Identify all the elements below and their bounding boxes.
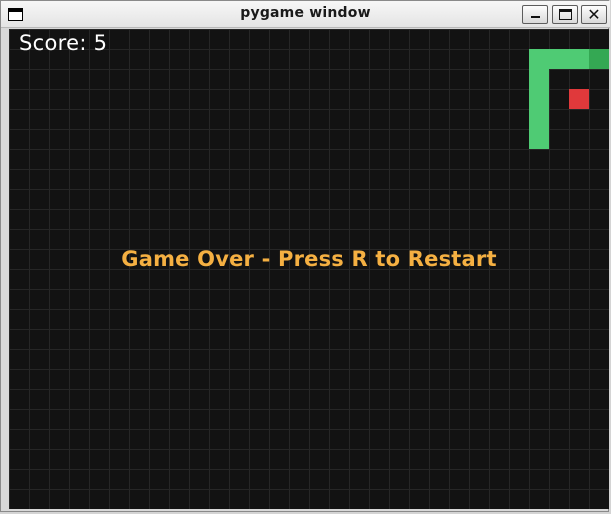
window-title: pygame window <box>240 5 371 21</box>
snake-segment <box>549 49 569 69</box>
title-bar[interactable]: pygame window ✕ <box>1 1 610 28</box>
close-icon: ✕ <box>587 5 601 24</box>
game-window: pygame window ✕ Score: 5 Game Over - Pre… <box>0 0 610 512</box>
snake-segment <box>529 129 549 149</box>
game-canvas[interactable]: Score: 5 Game Over - Press R to Restart <box>9 29 609 509</box>
game-over-message: Game Over - Press R to Restart <box>121 247 497 271</box>
snake-segment <box>529 69 549 89</box>
score-display: Score: 5 <box>19 31 108 55</box>
snake-head <box>589 49 609 69</box>
snake-segment <box>529 49 549 69</box>
snake-segment <box>569 49 589 69</box>
food-pellet <box>569 89 589 109</box>
minimize-icon <box>531 16 540 18</box>
snake-segment <box>529 109 549 129</box>
maximize-icon <box>559 9 572 20</box>
snake-segment <box>529 89 549 109</box>
minimize-button[interactable] <box>522 5 548 24</box>
close-button[interactable]: ✕ <box>581 5 607 24</box>
maximize-button[interactable] <box>552 5 578 24</box>
